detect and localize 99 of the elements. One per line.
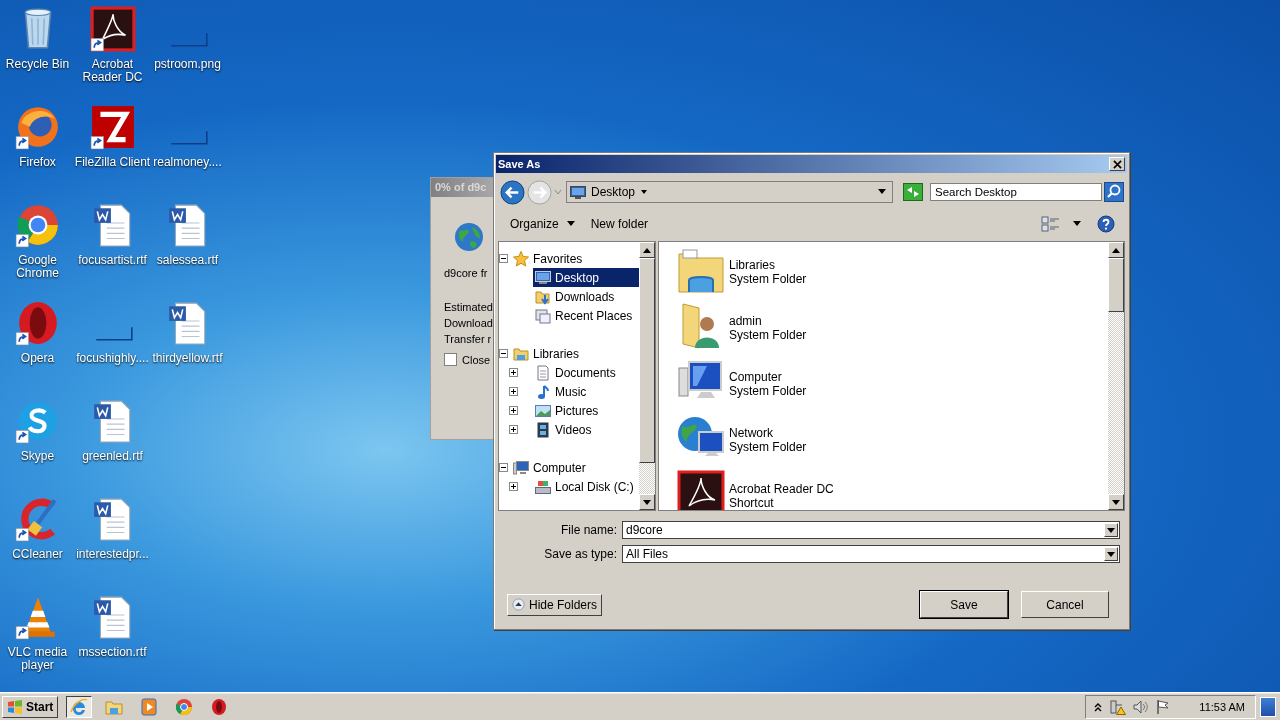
tree-item[interactable]: Desktop bbox=[533, 268, 639, 287]
field-label: File name: bbox=[559, 523, 618, 537]
expander-icon[interactable] bbox=[499, 349, 508, 358]
save-button[interactable]: Save bbox=[920, 591, 1008, 618]
tree-item[interactable]: Libraries bbox=[511, 344, 639, 363]
file-name-field[interactable]: d9core bbox=[622, 521, 1120, 539]
drive-icon bbox=[535, 478, 551, 495]
desktop-icon bbox=[570, 185, 586, 199]
field-label: Save as type: bbox=[543, 547, 618, 561]
volume-icon[interactable] bbox=[1133, 698, 1150, 715]
view-options-icon[interactable] bbox=[1041, 216, 1061, 232]
globe-icon bbox=[454, 222, 484, 252]
ftp-app-icon[interactable] bbox=[89, 104, 136, 150]
dropdown-arrow-icon[interactable] bbox=[1107, 527, 1115, 533]
icon-label[interactable]: FileZilla Client bbox=[72, 156, 153, 169]
info-label: Estimated bbox=[444, 300, 493, 315]
folder-icon bbox=[513, 345, 529, 362]
caret-icon[interactable] bbox=[640, 189, 649, 195]
scroll-down-button[interactable] bbox=[1108, 494, 1124, 510]
down-arrow-icon bbox=[643, 499, 651, 505]
scroll-thumb[interactable] bbox=[639, 258, 655, 463]
info-label: Download bbox=[444, 316, 493, 331]
scrollbar[interactable] bbox=[1108, 242, 1124, 510]
search-field[interactable]: Search Desktop bbox=[930, 183, 1102, 201]
windows-logo-icon bbox=[7, 698, 23, 715]
network-warning-icon[interactable] bbox=[1110, 698, 1127, 715]
tree-item[interactable]: Videos bbox=[533, 420, 639, 439]
file-name[interactable]: Network bbox=[729, 426, 807, 440]
folder-icon[interactable] bbox=[677, 246, 725, 294]
pdf-app-icon[interactable] bbox=[89, 6, 136, 52]
picture-icon bbox=[535, 402, 551, 419]
refresh-button[interactable] bbox=[903, 183, 923, 201]
down-arrow-icon bbox=[1112, 499, 1120, 505]
up-arrow-icon bbox=[643, 247, 651, 253]
film-icon bbox=[535, 421, 551, 438]
help-icon[interactable] bbox=[1097, 215, 1115, 233]
caret-icon[interactable] bbox=[878, 189, 886, 195]
cancel-button[interactable]: Cancel bbox=[1021, 591, 1109, 618]
download-source: d9core fr bbox=[444, 267, 488, 279]
file-type: System Folder bbox=[729, 440, 807, 454]
expander-icon[interactable] bbox=[509, 425, 518, 434]
scroll-up-button[interactable] bbox=[1108, 242, 1124, 258]
pdf-app-icon[interactable] bbox=[677, 470, 725, 510]
caret-icon[interactable] bbox=[1073, 221, 1081, 227]
clock[interactable]: 11:53 AM bbox=[1199, 700, 1245, 713]
tree-item[interactable]: Documents bbox=[533, 363, 639, 382]
scroll-thumb[interactable] bbox=[1108, 258, 1124, 312]
file-type: Shortcut bbox=[729, 496, 775, 510]
tree-item[interactable]: Music bbox=[533, 382, 639, 401]
back-button[interactable] bbox=[500, 179, 525, 205]
tree-item[interactable]: Favorites bbox=[511, 249, 639, 268]
show-desktop-button[interactable] bbox=[1260, 696, 1276, 717]
music-note-icon bbox=[535, 383, 551, 400]
expander-icon[interactable] bbox=[509, 368, 518, 377]
tree-item[interactable]: Local Disk (C:) bbox=[533, 477, 639, 496]
browser-icon[interactable] bbox=[14, 104, 61, 150]
folder-icon bbox=[535, 288, 551, 305]
info-label: Transfer r bbox=[444, 332, 492, 347]
tree-item[interactable]: Computer bbox=[511, 458, 639, 477]
file-type: System Folder bbox=[729, 328, 807, 342]
file-name[interactable]: Computer bbox=[729, 370, 807, 384]
browser-icon[interactable] bbox=[14, 202, 61, 248]
computer-icon bbox=[513, 459, 529, 476]
search-button[interactable] bbox=[1104, 182, 1124, 202]
file-name[interactable]: admin bbox=[729, 314, 807, 328]
expander-icon[interactable] bbox=[499, 463, 508, 472]
desktop-icon bbox=[535, 269, 551, 286]
star-icon bbox=[513, 250, 529, 267]
file-name[interactable]: Libraries bbox=[729, 258, 807, 272]
expander-icon[interactable] bbox=[509, 482, 518, 491]
tree-item[interactable]: Downloads bbox=[533, 287, 639, 306]
scrollbar[interactable] bbox=[639, 242, 655, 510]
checkbox-label[interactable]: Close bbox=[462, 353, 491, 366]
file-type-dropdown[interactable]: All Files bbox=[622, 545, 1120, 563]
checkbox[interactable] bbox=[444, 353, 457, 366]
expander-icon[interactable] bbox=[499, 254, 508, 263]
browser-icon[interactable] bbox=[66, 695, 93, 718]
expander-icon[interactable] bbox=[509, 406, 518, 415]
scroll-down-button[interactable] bbox=[639, 494, 655, 510]
file-type: System Folder bbox=[729, 384, 807, 398]
up-arrow-icon bbox=[1112, 247, 1120, 253]
dropdown-arrow-icon[interactable] bbox=[1107, 551, 1115, 557]
address-bar[interactable]: Desktop bbox=[566, 181, 893, 203]
file-name[interactable]: Acrobat Reader DC bbox=[729, 482, 834, 496]
tree-item[interactable]: Pictures bbox=[533, 401, 639, 420]
scroll-up-button[interactable] bbox=[639, 242, 655, 258]
recent-places-icon bbox=[535, 307, 551, 324]
start-button[interactable]: Start bbox=[2, 695, 59, 718]
new-folder-button[interactable]: New folder bbox=[584, 215, 655, 233]
close-button[interactable] bbox=[1109, 157, 1125, 171]
expander-icon[interactable] bbox=[509, 387, 518, 396]
hide-folders-button[interactable]: Hide Folders bbox=[507, 593, 603, 616]
breadcrumb-item[interactable]: Desktop bbox=[591, 185, 636, 199]
window-title: Save As bbox=[498, 158, 542, 170]
caret-icon bbox=[566, 221, 575, 227]
document-icon bbox=[535, 364, 551, 381]
file-type: System Folder bbox=[729, 272, 807, 286]
organize-button[interactable]: Organize bbox=[504, 215, 581, 233]
tree-item[interactable]: Recent Places bbox=[533, 306, 639, 325]
